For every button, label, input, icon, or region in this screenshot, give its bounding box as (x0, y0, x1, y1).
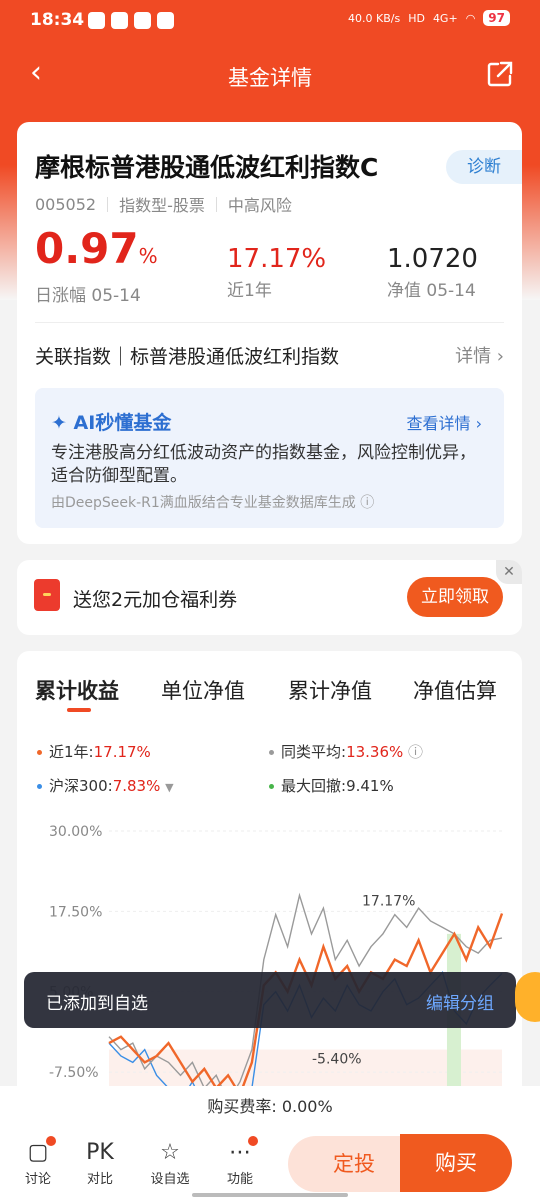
tab-cumulative-return[interactable]: 累计收益 (35, 675, 119, 705)
max-return-annotation: 17.17% (362, 893, 415, 909)
daily-change-label: 日涨幅 05-14 (35, 286, 141, 306)
coupon-card: 送您2元加仓福利券 立即领取 ✕ (17, 560, 522, 635)
pk-icon: PK (86, 1140, 114, 1165)
nav-label: 净值 05-14 (387, 281, 476, 301)
ai-summary-text: 专注港股高分红低波动资产的指数基金，风险控制优异，适合防御型配置。 (51, 443, 476, 486)
clock: 18:34 (30, 10, 85, 30)
signal-icon: 4G+ (432, 11, 458, 25)
diagnose-button[interactable]: 诊断 (446, 150, 522, 184)
legend-max-drawdown: 最大回撤:9.41% (269, 775, 394, 796)
chevron-down-icon: ▼ (165, 781, 174, 794)
y-tick-label: 17.50% (49, 904, 102, 920)
share-icon[interactable] (486, 60, 514, 88)
nav-bar: ‹ 基金详情 (0, 50, 540, 100)
hd-icon: HD (408, 11, 425, 25)
daily-change-stat: 0.97% 日涨幅 05-14 (35, 224, 158, 307)
toast-message: 已添加到自选 (46, 994, 148, 1014)
min-return-annotation: -5.40% (312, 1052, 362, 1068)
status-right: 40.0 KB/s HD 4G+ ◠ 97 (348, 10, 510, 26)
index-details-link[interactable]: 详情 › (455, 342, 504, 368)
buy-button[interactable]: 购买 (400, 1134, 512, 1192)
year-return-label: 近1年 (227, 281, 272, 301)
notification-icons (88, 12, 174, 29)
chart-tabs: 累计收益 单位净值 累计净值 净值估算 (35, 675, 515, 715)
coupon-text: 送您2元加仓福利券 (73, 589, 238, 611)
mascot-icon[interactable] (515, 972, 540, 1022)
fund-summary-card: 摩根标普港股通低波红利指数C 诊断 005052 指数型-股票 中高风险 0.9… (17, 122, 522, 544)
red-envelope-icon (34, 579, 60, 611)
daily-change-unit: % (138, 244, 158, 268)
related-index-row[interactable]: 关联指数｜标普港股通低波红利指数 详情 › (35, 342, 504, 369)
daily-change-value: 0.97 (35, 224, 139, 273)
tab-cumulative-nav[interactable]: 累计净值 (288, 675, 372, 705)
battery-icon: 97 (483, 10, 510, 26)
add-watchlist-button[interactable]: ☆ 设自选 (148, 1138, 192, 1187)
ai-details-link[interactable]: 查看详情 › (407, 410, 483, 434)
nav-value: 1.0720 (387, 244, 478, 274)
legend-drawdown-value: 9.41% (346, 777, 394, 795)
home-indicator (192, 1193, 348, 1197)
divider (35, 322, 504, 323)
active-tab-indicator (67, 708, 91, 712)
info-icon[interactable]: ⓘ (408, 743, 423, 761)
purchase-fee: 购买费率: 0.00% (0, 1086, 540, 1128)
fund-meta: 005052 指数型-股票 中高风险 (35, 192, 292, 216)
legend-hs300-value: 7.83% (112, 777, 161, 795)
legend-hs300[interactable]: 沪深300:7.83% ▼ (37, 775, 174, 796)
related-index-text: 关联指数｜标普港股通低波红利指数 (35, 346, 340, 368)
sparkle-icon: ✦ (51, 412, 67, 434)
edit-group-button[interactable]: 编辑分组 (426, 989, 494, 1014)
notification-dot (248, 1136, 258, 1146)
compare-button[interactable]: PK 对比 (78, 1138, 122, 1187)
fund-name: 摩根标普港股通低波红利指数C (35, 153, 379, 182)
legend-category-average: 同类平均:13.36% ⓘ (269, 741, 423, 762)
functions-button[interactable]: ⋯ 功能 (218, 1136, 262, 1187)
y-tick-label: -7.50% (49, 1065, 99, 1081)
claim-coupon-button[interactable]: 立即领取 (407, 577, 503, 617)
fund-type: 指数型-股票 (119, 196, 205, 215)
network-speed: 40.0 KB/s (348, 11, 401, 25)
discuss-button[interactable]: ▢ 讨论 (16, 1136, 60, 1187)
bottom-action-bar: ▢ 讨论 PK 对比 ☆ 设自选 ⋯ 功能 定投 购买 (0, 1128, 540, 1200)
close-icon[interactable]: ✕ (496, 560, 522, 584)
ai-summary-box: ✦ AI秒懂基金 查看详情 › 专注港股高分红低波动资产的指数基金，风险控制优异… (35, 388, 504, 528)
tab-unit-nav[interactable]: 单位净值 (161, 675, 245, 705)
notification-dot (46, 1136, 56, 1146)
page-title: 基金详情 (228, 66, 312, 90)
star-icon: ☆ (160, 1140, 180, 1165)
nav-stat: 1.0720 净值 05-14 (387, 244, 478, 301)
wifi-icon: ◠ (465, 11, 476, 25)
performance-chart-card: 累计收益 单位净值 累计净值 净值估算 近1年:17.17% 同类平均:13.3… (17, 651, 522, 1111)
toast-notification: 已添加到自选 编辑分组 (24, 972, 516, 1028)
ai-title: ✦ AI秒懂基金 (51, 412, 172, 434)
fund-risk: 中高风险 (227, 196, 292, 215)
y-tick-label: 30.00% (49, 824, 102, 840)
ai-source-note: 由DeepSeek-R1满血版结合专业基金数据库生成 ⓘ (51, 495, 375, 511)
legend-1y-value: 17.17% (93, 743, 151, 761)
legend-average-value: 13.36% (346, 743, 404, 761)
performance-line-chart[interactable]: 30.00%17.50%5.00%-7.50%17.17%-5.40% (17, 811, 522, 1101)
year-return-value: 17.17% (227, 244, 327, 274)
status-bar: 18:34 40.0 KB/s HD 4G+ ◠ 97 (0, 0, 540, 40)
tab-nav-estimate[interactable]: 净值估算 (413, 675, 497, 705)
legend-1y: 近1年:17.17% (37, 741, 151, 762)
info-icon[interactable]: ⓘ (360, 495, 374, 511)
year-return-stat: 17.17% 近1年 (227, 244, 326, 301)
fund-code: 005052 (35, 194, 97, 214)
